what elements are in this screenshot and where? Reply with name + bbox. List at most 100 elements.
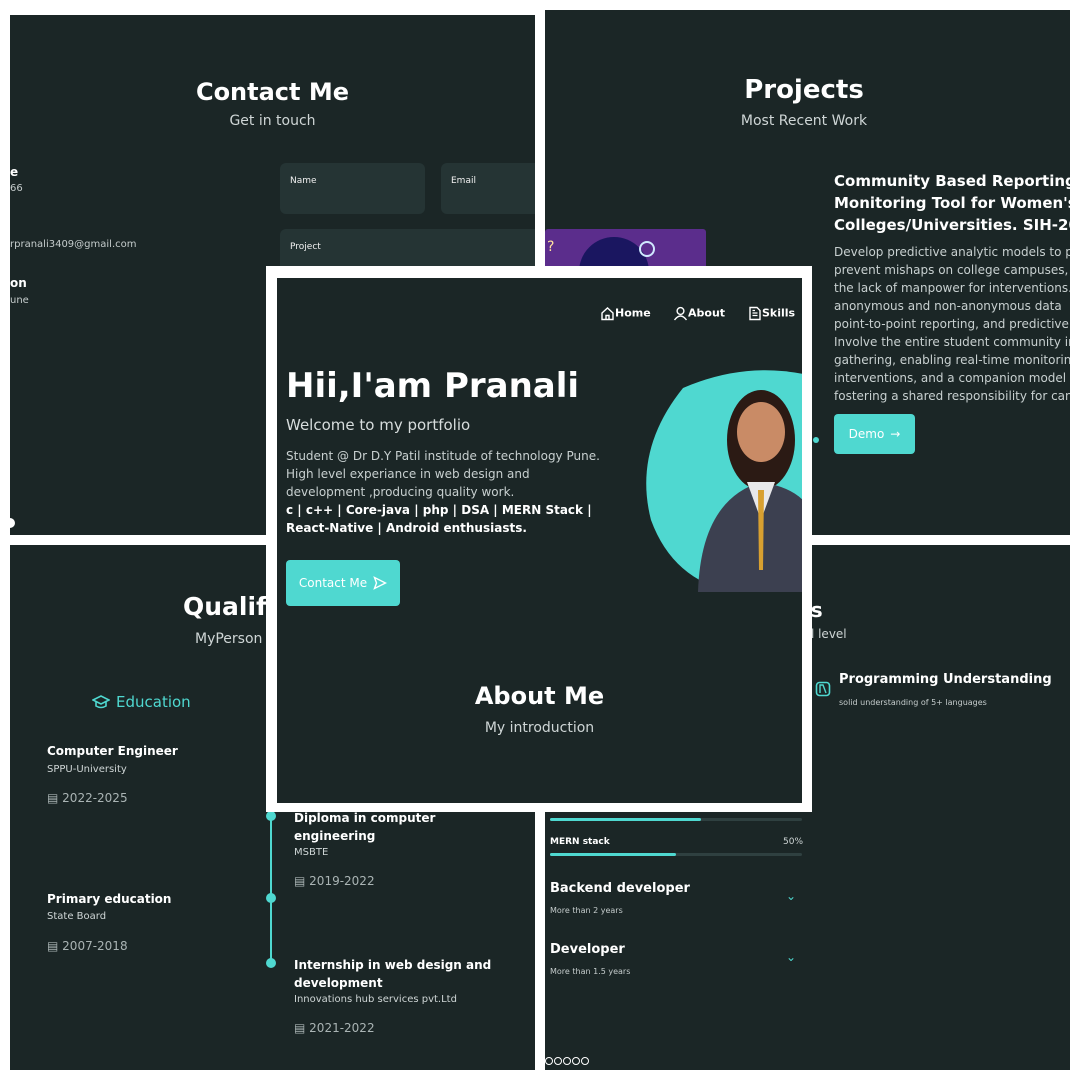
email-field-label: Email — [451, 176, 476, 186]
project-description-line: anonymous and non-anonymous data — [834, 299, 1062, 313]
qualification-item-title-line: development — [294, 976, 383, 990]
palette-icon — [815, 681, 831, 701]
qualification-item-title-line: Internship in web design and — [294, 958, 492, 972]
skill-bar — [550, 853, 802, 856]
skill-bar-percent: 50% — [783, 837, 804, 847]
scroll-dot — [10, 518, 15, 528]
project-title-line: Monitoring Tool for Women's Sa — [834, 194, 1070, 212]
demo-button-label: Demo — [848, 427, 885, 441]
skill-bar-name: MERN stack — [550, 837, 610, 847]
social-icon[interactable] — [581, 1057, 589, 1065]
qualification-item-date-value: 2021-2022 — [309, 1021, 375, 1035]
name-field-label: Name — [290, 176, 317, 186]
project-title-line: Colleges/Universities. SIH-2023 — [834, 216, 1070, 234]
qualification-item-sub: MSBTE — [294, 847, 329, 858]
chevron-down-icon[interactable]: ⌄ — [786, 950, 796, 964]
clock-icon — [639, 241, 655, 257]
hero-bio-line: development ,producing quality work. — [286, 485, 515, 499]
project-description-line: Involve the entire student community in — [834, 335, 1070, 349]
qualification-item-date: ▤ 2021-2022 — [294, 1021, 375, 1035]
contact-title: Contact Me — [195, 78, 350, 106]
timeline-line — [270, 805, 272, 965]
hero-bio: Student @ Dr D.Y Patil institude of tech… — [286, 447, 600, 537]
social-icon[interactable] — [563, 1057, 571, 1065]
name-field[interactable]: Name — [280, 163, 425, 214]
contact-subtitle: Get in touch — [229, 113, 316, 129]
social-icon[interactable] — [572, 1057, 580, 1065]
about-subtitle: My introduction — [484, 720, 595, 736]
calendar-icon: ▤ — [294, 874, 306, 888]
social-icon[interactable] — [554, 1057, 562, 1065]
projects-title: Projects — [744, 75, 864, 105]
education-tab[interactable]: Education — [92, 693, 191, 711]
nav-home[interactable]: Home — [600, 306, 651, 321]
project-description: Develop predictive analytic models to p … — [834, 243, 1070, 405]
skill-group-sub: More than 2 years — [550, 906, 623, 915]
nav-home-label: Home — [615, 306, 651, 320]
contact-location-value: une — [10, 295, 29, 306]
skill-bar-fill — [550, 818, 702, 821]
project-description-line: fostering a shared responsibility for ca… — [834, 389, 1070, 403]
calendar-icon: ▤ — [47, 791, 59, 805]
home-icon — [601, 307, 614, 321]
profile-image — [643, 370, 802, 592]
skill-bar — [550, 818, 802, 821]
send-icon — [373, 576, 388, 590]
contact-email-value[interactable]: rpranali3409@gmail.com — [10, 239, 136, 250]
project-title-line: Community Based Reporting ar — [834, 172, 1070, 190]
nav-skills-label: Skills — [762, 306, 796, 320]
hero-bio-line: High level experiance in web design and — [286, 467, 530, 481]
contact-phone-heading: e — [10, 165, 19, 179]
email-field[interactable]: Email — [441, 163, 535, 214]
qualification-item-title: Diploma in computer engineering — [294, 809, 435, 845]
contact-me-button[interactable]: Contact Me — [286, 560, 400, 606]
nav-about[interactable]: About — [673, 306, 725, 321]
qualification-item-date-value: 2019-2022 — [309, 874, 375, 888]
nav-about-label: About — [688, 306, 726, 320]
graduation-cap-icon — [92, 695, 110, 709]
carousel-dot[interactable] — [813, 437, 819, 443]
calendar-icon: ▤ — [47, 939, 59, 953]
social-icon[interactable] — [545, 1057, 553, 1065]
programming-sub: solid understanding of 5+ languages — [839, 698, 987, 707]
nav-skills[interactable]: Skills — [748, 306, 795, 321]
qualification-item-date: ▤ 2007-2018 — [47, 939, 128, 953]
projects-subtitle: Most Recent Work — [740, 113, 868, 129]
social-icons — [545, 1057, 589, 1065]
project-description-line: interventions, and a companion model — [834, 371, 1067, 385]
skill-group-title[interactable]: Backend developer — [550, 881, 690, 896]
project-description-line: point-to-point reporting, and predictive — [834, 317, 1069, 331]
chevron-down-icon[interactable]: ⌄ — [786, 889, 796, 903]
hero-section: Home About Skills Hii,I'am Pranali Welco… — [277, 278, 802, 803]
qualification-item-date: ▤ 2022-2025 — [47, 791, 128, 805]
education-tab-label: Education — [116, 693, 191, 711]
qualification-item-title-line: engineering — [294, 829, 376, 843]
project-description-line: prevent mishaps on college campuses, — [834, 263, 1069, 277]
project-description-line: the lack of manpower for interventions. — [834, 281, 1070, 295]
project-field-label: Project — [290, 242, 321, 252]
qualification-item-title: Computer Engineer — [47, 744, 178, 758]
hero-skills-line: c | c++ | Core-java | php | DSA | MERN S… — [286, 503, 592, 517]
hero-skills-line: React-Native | Android enthusiasts. — [286, 521, 527, 535]
hero-headline: Hii,I'am Pranali — [286, 366, 580, 406]
contact-location-heading: on — [10, 276, 27, 290]
project-image-mark: ? — [547, 239, 555, 255]
timeline-dot — [266, 811, 276, 821]
timeline-dot — [266, 958, 276, 968]
project-title: Community Based Reporting ar Monitoring … — [834, 170, 1070, 236]
about-title: About Me — [474, 682, 605, 710]
qualification-subtitle: MyPerson — [195, 631, 263, 647]
skill-bar-fill — [550, 853, 676, 856]
demo-button[interactable]: Demo → — [834, 414, 915, 454]
document-icon — [749, 306, 761, 321]
skill-group-sub: More than 1.5 years — [550, 967, 631, 976]
user-icon — [673, 306, 688, 321]
qualification-item-date-value: 2007-2018 — [62, 939, 128, 953]
arrow-right-icon: → — [890, 427, 901, 441]
skill-group-title[interactable]: Developer — [550, 942, 625, 957]
qualification-item-date: ▤ 2019-2022 — [294, 874, 375, 888]
project-description-line: gathering, enabling real-time monitorin — [834, 353, 1070, 367]
qualification-item-sub: Innovations hub services pvt.Ltd — [294, 994, 457, 1005]
contact-phone-value: 66 — [10, 183, 23, 194]
calendar-icon: ▤ — [294, 1021, 306, 1035]
